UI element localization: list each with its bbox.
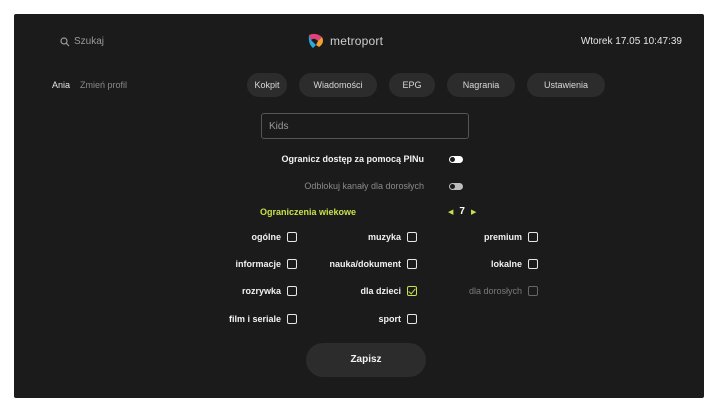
checkbox-checked[interactable] — [407, 286, 417, 296]
tv-screen: Szukaj metroport Wtorek 17.05 10:47:39 A… — [14, 14, 704, 398]
main-nav: Kokpit Wiadomości EPG Nagrania Ustawieni… — [247, 73, 605, 97]
category-label: dla dzieci — [360, 286, 401, 296]
checkbox[interactable] — [407, 259, 417, 269]
age-stepper[interactable]: ◀ 7 ▶ — [448, 206, 476, 217]
checkbox[interactable] — [407, 232, 417, 242]
nav-tab-wiadomosci[interactable]: Wiadomości — [299, 73, 377, 97]
checkbox-disabled — [528, 286, 538, 296]
nav-tab-kokpit[interactable]: Kokpit — [247, 73, 287, 97]
clock: Wtorek 17.05 10:47:39 — [580, 36, 682, 47]
adult-channels-label: Odblokuj kanały dla dorosłych — [304, 181, 424, 191]
category-sport[interactable]: sport — [378, 314, 417, 324]
category-nauka-dokument[interactable]: nauka/dokument — [329, 259, 417, 269]
nav-tab-ustawienia[interactable]: Ustawienia — [527, 73, 605, 97]
category-dla-doroslych: dla dorosłych — [469, 286, 538, 296]
pin-restriction-toggle[interactable] — [449, 156, 463, 163]
checkbox[interactable] — [528, 232, 538, 242]
nav-tab-epg[interactable]: EPG — [389, 73, 435, 97]
category-label: muzyka — [367, 232, 401, 242]
age-value: 7 — [459, 206, 465, 217]
category-dla-dzieci[interactable]: dla dzieci — [360, 286, 417, 296]
category-label: dla dorosłych — [468, 286, 522, 296]
search-icon — [60, 36, 70, 46]
category-label: premium — [483, 232, 522, 242]
checkbox[interactable] — [528, 259, 538, 269]
category-label: informacje — [235, 259, 281, 269]
category-label: rozrywka — [241, 286, 281, 296]
age-restriction-label: Ograniczenia wiekowe — [260, 207, 357, 217]
save-button[interactable]: Zapisz — [306, 343, 426, 377]
category-label: sport — [378, 314, 402, 324]
checkbox[interactable] — [287, 259, 297, 269]
category-label: lokalne — [490, 259, 522, 269]
category-premium[interactable]: premium — [484, 232, 538, 242]
profile-name: Ania — [52, 80, 71, 90]
metroport-logo-icon — [308, 33, 323, 48]
arrow-left-icon[interactable]: ◀ — [448, 208, 453, 216]
search-button[interactable]: Szukaj — [60, 36, 104, 47]
logo: metroport — [306, 32, 383, 50]
switch-profile-link[interactable]: Zmień profil — [80, 80, 127, 90]
category-ogolne[interactable]: ogólne — [251, 232, 297, 242]
arrow-right-icon[interactable]: ▶ — [471, 208, 476, 216]
brand-name: metroport — [330, 34, 384, 48]
checkbox[interactable] — [287, 314, 297, 324]
category-lokalne[interactable]: lokalne — [491, 259, 538, 269]
category-muzyka[interactable]: muzyka — [368, 232, 417, 242]
category-label: nauka/dokument — [329, 259, 401, 269]
checkbox[interactable] — [287, 232, 297, 242]
pin-restriction-label: Ogranicz dostęp za pomocą PINu — [281, 154, 424, 164]
nav-tab-nagrania[interactable]: Nagrania — [447, 73, 515, 97]
profile-area: Ania Zmień profil — [52, 80, 127, 90]
category-rozrywka[interactable]: rozrywka — [242, 286, 297, 296]
category-informacje[interactable]: informacje — [235, 259, 297, 269]
checkbox[interactable] — [287, 286, 297, 296]
profile-name-input[interactable]: Kids — [261, 113, 469, 139]
adult-channels-toggle[interactable] — [449, 183, 463, 190]
category-film-i-seriale[interactable]: film i seriale — [229, 314, 297, 324]
category-label: film i seriale — [228, 314, 281, 324]
checkbox[interactable] — [407, 314, 417, 324]
search-label: Szukaj — [74, 36, 105, 47]
category-label: ogólne — [251, 232, 282, 242]
